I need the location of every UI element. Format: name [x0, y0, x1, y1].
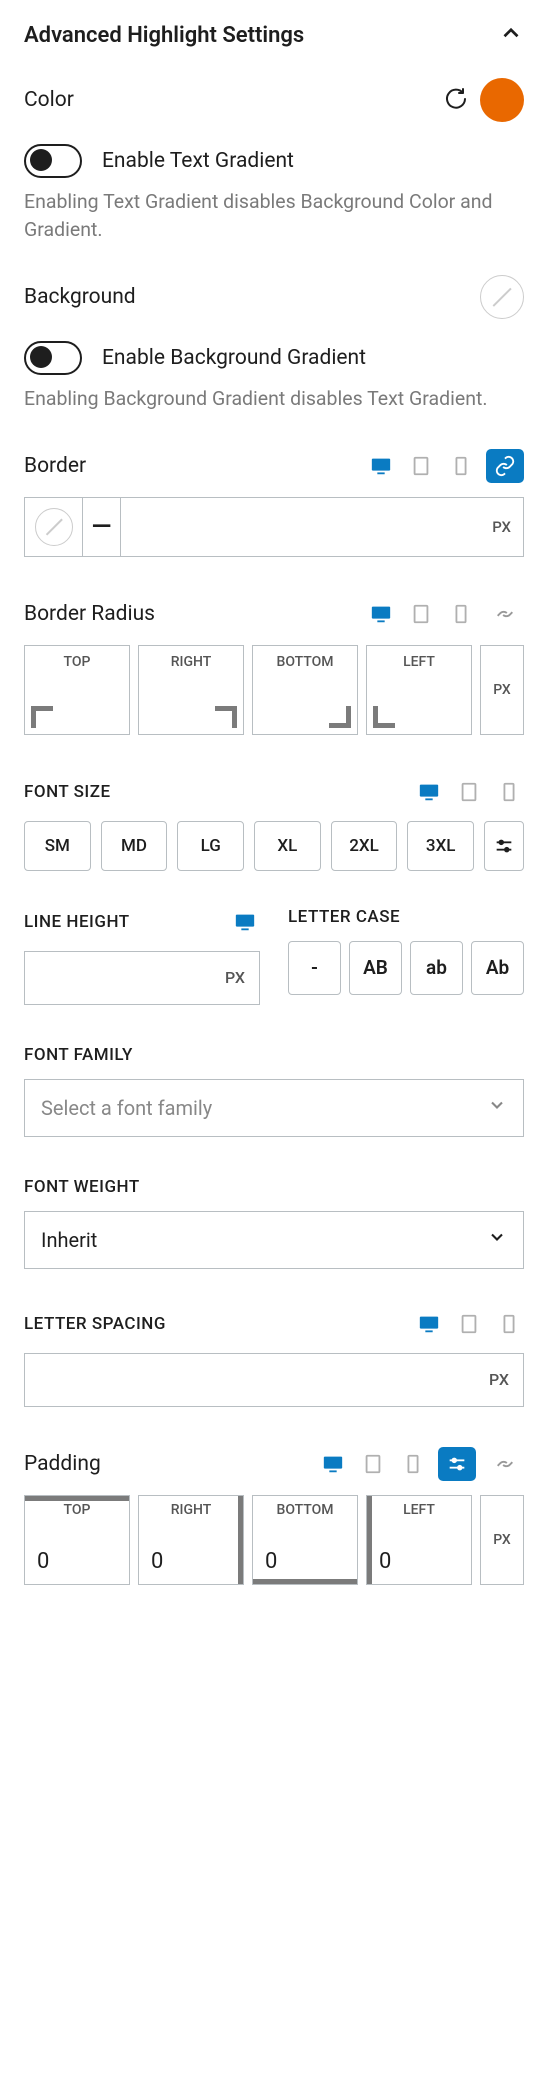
case-lower[interactable]: ab: [410, 941, 463, 995]
edge-right-icon: [238, 1496, 243, 1584]
device-mobile-icon[interactable]: [446, 451, 476, 481]
edge-left-icon: [367, 1496, 372, 1584]
letter-case-label: LETTER CASE: [288, 907, 400, 927]
padding-unit[interactable]: PX: [480, 1495, 524, 1585]
background-label: Background: [24, 285, 136, 309]
font-size-sm[interactable]: SM: [24, 821, 91, 871]
font-size-label: FONT SIZE: [24, 782, 111, 802]
border-radius-label: Border Radius: [24, 602, 155, 626]
redo-icon[interactable]: [442, 86, 466, 114]
radius-top-input[interactable]: TOP: [24, 645, 130, 735]
line-height-label: LINE HEIGHT: [24, 912, 130, 932]
padding-right-input[interactable]: RIGHT 0: [138, 1495, 244, 1585]
device-tablet-icon[interactable]: [406, 599, 436, 629]
padding-bottom-input[interactable]: BOTTOM 0: [252, 1495, 358, 1585]
font-size-xl[interactable]: XL: [254, 821, 321, 871]
device-mobile-icon[interactable]: [398, 1449, 428, 1479]
panel-title: Advanced Highlight Settings: [24, 23, 304, 48]
font-weight-select[interactable]: Inherit: [24, 1211, 524, 1269]
letter-spacing-input[interactable]: PX: [24, 1353, 524, 1407]
bg-gradient-toggle[interactable]: [24, 341, 82, 375]
device-mobile-icon[interactable]: [446, 599, 476, 629]
bg-gradient-helper: Enabling Background Gradient disables Te…: [24, 385, 524, 413]
device-desktop-icon[interactable]: [230, 907, 260, 937]
padding-left-input[interactable]: LEFT 0: [366, 1495, 472, 1585]
border-unit[interactable]: PX: [492, 498, 523, 556]
corner-bl-icon: [373, 706, 395, 728]
device-desktop-icon[interactable]: [366, 451, 396, 481]
device-mobile-icon[interactable]: [494, 1309, 524, 1339]
font-size-lg[interactable]: LG: [177, 821, 244, 871]
font-size-2xl[interactable]: 2XL: [331, 821, 398, 871]
device-desktop-icon[interactable]: [318, 1449, 348, 1479]
link-sides-button[interactable]: [486, 449, 524, 483]
padding-custom-button[interactable]: [438, 1447, 476, 1481]
font-family-select[interactable]: Select a font family: [24, 1079, 524, 1137]
font-size-custom-button[interactable]: [484, 821, 524, 871]
device-desktop-icon[interactable]: [366, 599, 396, 629]
radius-unit[interactable]: PX: [480, 645, 524, 735]
device-desktop-icon[interactable]: [414, 1309, 444, 1339]
device-tablet-icon[interactable]: [454, 1309, 484, 1339]
radius-right-input[interactable]: RIGHT: [138, 645, 244, 735]
color-label: Color: [24, 88, 74, 112]
edge-top-icon: [25, 1496, 129, 1501]
device-mobile-icon[interactable]: [494, 777, 524, 807]
letter-spacing-label: LETTER SPACING: [24, 1314, 166, 1334]
border-style-select[interactable]: —: [83, 498, 121, 556]
radius-left-input[interactable]: LEFT: [366, 645, 472, 735]
case-upper[interactable]: AB: [349, 941, 402, 995]
line-height-input[interactable]: PX: [24, 951, 260, 1005]
collapse-toggle[interactable]: [498, 20, 524, 50]
bg-gradient-label: Enable Background Gradient: [102, 346, 366, 370]
font-size-3xl[interactable]: 3XL: [407, 821, 474, 871]
border-width-input[interactable]: [121, 498, 492, 556]
background-swatch-empty[interactable]: [480, 275, 524, 319]
unlink-sides-button[interactable]: [486, 597, 524, 631]
text-gradient-toggle[interactable]: [24, 144, 82, 178]
edge-bottom-icon: [253, 1579, 357, 1584]
case-none[interactable]: -: [288, 941, 341, 995]
unlink-sides-button[interactable]: [486, 1447, 524, 1481]
border-color-swatch[interactable]: [25, 498, 83, 556]
chevron-down-icon: [487, 1095, 507, 1120]
font-family-label: FONT FAMILY: [24, 1045, 524, 1065]
chevron-down-icon: [487, 1227, 507, 1252]
corner-tr-icon: [215, 706, 237, 728]
font-weight-label: FONT WEIGHT: [24, 1177, 524, 1197]
color-swatch[interactable]: [480, 78, 524, 122]
corner-tl-icon: [31, 706, 53, 728]
device-tablet-icon[interactable]: [454, 777, 484, 807]
padding-label: Padding: [24, 1452, 101, 1476]
padding-top-input[interactable]: TOP 0: [24, 1495, 130, 1585]
device-tablet-icon[interactable]: [406, 451, 436, 481]
case-capitalize[interactable]: Ab: [471, 941, 524, 995]
radius-bottom-input[interactable]: BOTTOM: [252, 645, 358, 735]
device-desktop-icon[interactable]: [414, 777, 444, 807]
border-label: Border: [24, 454, 86, 478]
text-gradient-label: Enable Text Gradient: [102, 149, 294, 173]
font-size-md[interactable]: MD: [101, 821, 168, 871]
text-gradient-helper: Enabling Text Gradient disables Backgrou…: [24, 188, 524, 245]
corner-br-icon: [329, 706, 351, 728]
device-tablet-icon[interactable]: [358, 1449, 388, 1479]
